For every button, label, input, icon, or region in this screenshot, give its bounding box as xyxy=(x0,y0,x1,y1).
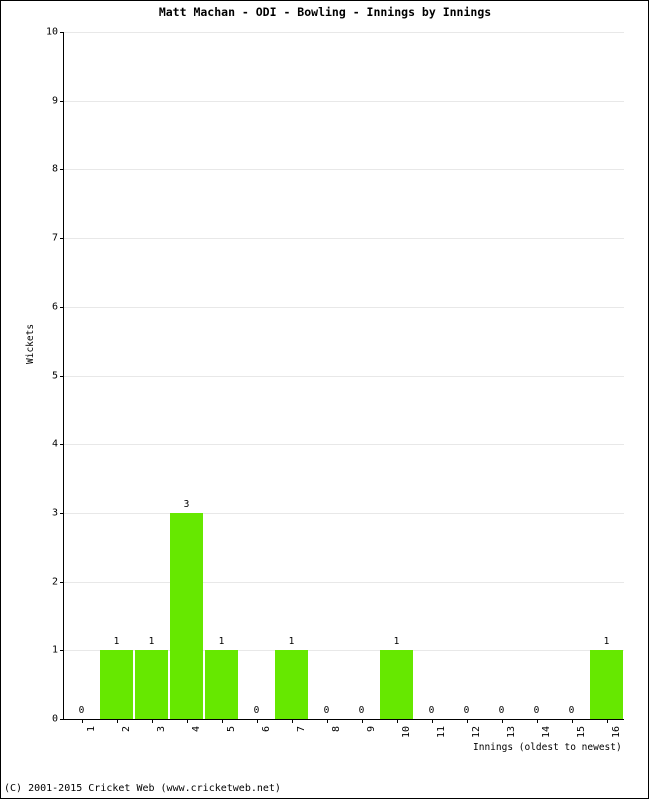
x-tick-mark xyxy=(326,719,328,723)
y-tick-label: 9 xyxy=(51,95,58,107)
bar xyxy=(169,512,204,719)
gridline xyxy=(64,512,624,514)
gridline xyxy=(64,169,624,171)
y-tick-mark xyxy=(60,32,64,33)
x-tick-mark xyxy=(116,719,118,723)
gridline xyxy=(64,375,624,377)
y-tick-label: 3 xyxy=(51,507,58,519)
x-tick-label: 13 xyxy=(505,726,517,739)
y-tick-label: 1 xyxy=(51,644,58,656)
x-tick-mark xyxy=(536,719,538,723)
x-tick-label: 8 xyxy=(330,726,342,733)
x-tick-label: 10 xyxy=(400,726,412,739)
bar-value-label: 1 xyxy=(393,636,400,648)
bar-value-label: 3 xyxy=(183,498,190,510)
x-tick-label: 2 xyxy=(120,726,132,733)
x-tick-label: 4 xyxy=(190,726,202,733)
y-tick-label: 7 xyxy=(51,232,58,244)
y-tick-label: 2 xyxy=(51,576,58,588)
y-tick-mark xyxy=(60,169,64,171)
x-tick-label: 1 xyxy=(85,726,97,733)
bar-value-label: 1 xyxy=(218,636,225,648)
y-tick-mark xyxy=(60,719,64,720)
bar-value-label: 1 xyxy=(148,636,155,648)
y-tick-mark xyxy=(60,650,64,652)
x-tick-mark xyxy=(81,719,83,723)
y-tick-label: 8 xyxy=(51,163,58,175)
bar-value-label: 0 xyxy=(463,705,470,716)
x-tick-mark xyxy=(571,719,573,723)
y-tick-mark xyxy=(60,306,64,308)
x-tick-mark xyxy=(501,719,503,723)
x-tick-mark xyxy=(291,719,293,723)
y-tick-label: 5 xyxy=(51,370,58,381)
x-tick-mark xyxy=(186,719,188,723)
bar xyxy=(204,650,239,719)
x-tick-label: 5 xyxy=(225,726,237,733)
bar-value-label: 0 xyxy=(568,705,575,716)
x-tick-mark xyxy=(606,719,608,723)
footer-copyright: (C) 2001-2015 Cricket Web (www.cricketwe… xyxy=(4,783,281,794)
bar-value-label: 1 xyxy=(113,636,120,648)
plot-area: 0 1 2 3 4 5 6 7 8 9 10 0113101001000001 1234567891… xyxy=(46,27,624,738)
bar-value-label: 1 xyxy=(603,636,610,648)
y-tick-label: 4 xyxy=(51,438,58,450)
bar-value-label: 0 xyxy=(533,705,540,716)
bar-value-label: 0 xyxy=(498,705,505,716)
y-axis-label: Wickets xyxy=(25,323,36,364)
bar-value-label: 0 xyxy=(428,705,435,716)
x-tick-label: 15 xyxy=(575,726,587,739)
x-tick-label: 7 xyxy=(295,726,307,733)
y-tick-label: 0 xyxy=(51,713,58,725)
x-tick-label: 14 xyxy=(540,726,552,739)
gridline xyxy=(64,100,624,102)
y-tick-label: 6 xyxy=(51,301,58,313)
y-tick-mark xyxy=(60,444,64,446)
y-tick-mark xyxy=(60,375,64,377)
bar-value-label: 0 xyxy=(253,705,260,716)
bar-value-label: 1 xyxy=(288,636,295,648)
x-tick-mark xyxy=(221,719,223,723)
y-tick-label: 10 xyxy=(45,26,58,38)
gridline xyxy=(64,444,624,446)
x-tick-mark xyxy=(361,719,363,723)
x-tick-label: 3 xyxy=(155,726,167,733)
x-tick-mark xyxy=(466,719,468,723)
x-tick-mark xyxy=(151,719,153,723)
bar xyxy=(274,650,309,719)
bar xyxy=(589,650,624,719)
x-tick-label: 16 xyxy=(610,726,622,739)
x-tick-mark xyxy=(256,719,258,723)
x-tick-label: 12 xyxy=(470,726,482,739)
bar-value-label: 0 xyxy=(323,705,330,716)
gridline xyxy=(64,581,624,583)
x-axis-label: Innings (oldest to newest) xyxy=(473,742,622,753)
y-tick-mark xyxy=(60,581,64,583)
x-tick-label: 6 xyxy=(260,726,272,733)
bar xyxy=(379,650,414,719)
y-tick-mark xyxy=(60,512,64,514)
bar-value-label: 0 xyxy=(358,705,365,716)
chart-title: Matt Machan - ODI - Bowling - Innings by… xyxy=(158,5,492,19)
y-tick-mark xyxy=(60,100,64,102)
x-tick-label: 11 xyxy=(435,726,447,739)
gridline xyxy=(64,32,624,33)
gridline xyxy=(64,238,624,240)
x-tick-mark xyxy=(431,719,433,723)
x-tick-mark xyxy=(396,719,398,723)
y-tick-mark xyxy=(60,238,64,240)
bar-value-label: 0 xyxy=(78,705,85,716)
bar xyxy=(134,650,169,719)
bar xyxy=(99,650,134,719)
gridline xyxy=(64,306,624,308)
x-tick-label: 9 xyxy=(365,726,377,733)
